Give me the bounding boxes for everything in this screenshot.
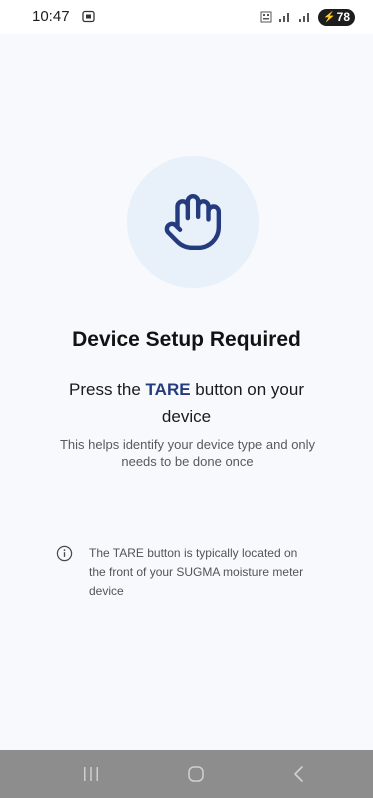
status-icons: ⚡ 78: [260, 8, 355, 26]
hero-icon-circle: [127, 156, 259, 288]
status-bar: 10:47 ⚡ 78: [0, 0, 373, 34]
recent-apps-button[interactable]: [79, 764, 103, 784]
battery-level: 78: [336, 10, 350, 24]
recent-apps-icon: [84, 767, 98, 781]
info-icon: [56, 545, 73, 562]
app-screen: 10:47 ⚡ 78 Device Setup Required Press t…: [0, 0, 373, 798]
home-icon: [188, 766, 204, 782]
setup-instruction: Press the TARE button on your device: [48, 376, 325, 430]
home-button[interactable]: [184, 764, 208, 784]
battery-indicator: ⚡ 78: [318, 8, 355, 26]
signal-icon-2: [299, 13, 310, 22]
back-button[interactable]: [287, 764, 311, 784]
instruction-text-start: Press the: [69, 380, 146, 399]
back-icon: [294, 766, 303, 782]
status-time: 10:47: [32, 8, 70, 25]
info-note: The TARE button is typically located on …: [56, 544, 316, 601]
system-nav-bar: [0, 750, 373, 798]
nfc-icon: [260, 11, 272, 23]
screenshot-icon: [82, 10, 95, 23]
signal-icon: [279, 13, 290, 22]
tare-highlight: TARE: [145, 380, 191, 399]
setup-content: Device Setup Required Press the TARE but…: [8, 34, 373, 750]
page-title: Device Setup Required: [72, 328, 301, 351]
charging-bolt-icon: ⚡: [323, 11, 336, 23]
setup-subtext: This helps identify your device type and…: [59, 437, 316, 469]
hand-stop-icon: [164, 193, 222, 251]
info-text: The TARE button is typically located on …: [89, 546, 304, 598]
